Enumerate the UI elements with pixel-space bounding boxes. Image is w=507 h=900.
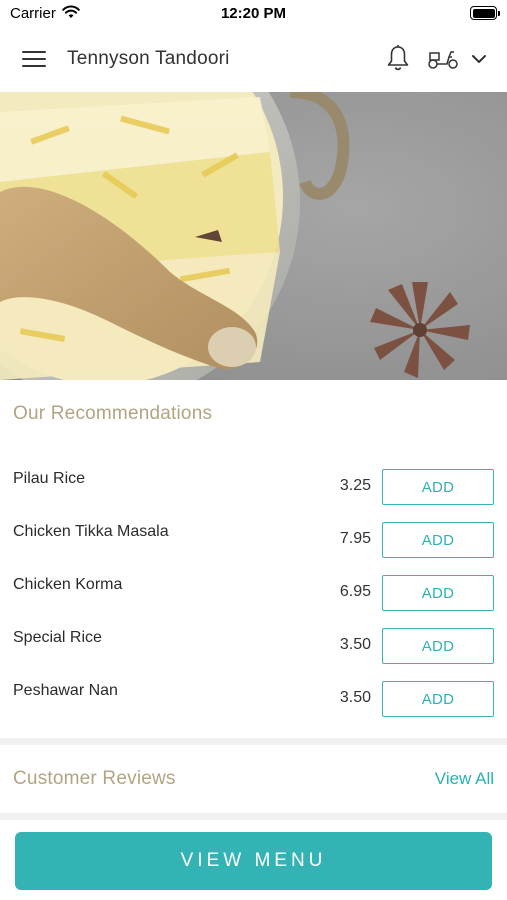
add-button[interactable]: ADD [382,469,494,505]
hero-image [0,92,507,380]
list-item: Special Rice 3.50 ADD [0,619,507,672]
item-name: Chicken Tikka Masala [13,523,169,540]
list-item: Chicken Korma 6.95 ADD [0,566,507,619]
item-price: 7.95 [339,530,371,547]
section-divider [0,813,507,820]
reviews-title: Customer Reviews [13,768,176,789]
item-name: Pilau Rice [13,470,86,487]
list-item: Chicken Tikka Masala 7.95 ADD [0,513,507,566]
nav-bar: Tennyson Tandoori [0,28,507,92]
status-bar: Carrier 12:20 PM [0,0,507,28]
page-title: Tennyson Tandoori [67,48,230,69]
section-divider [0,738,507,745]
item-price: 3.50 [339,636,371,653]
add-button[interactable]: ADD [382,681,494,717]
list-item: Peshawar Nan 3.50 ADD [0,672,507,725]
add-button[interactable]: ADD [382,575,494,611]
recommendations-list: Pilau Rice 3.25 ADD Chicken Tikka Masala… [0,460,507,725]
item-price: 3.25 [339,477,371,494]
recommendations-title: Our Recommendations [13,403,213,424]
list-item: Pilau Rice 3.25 ADD [0,460,507,513]
status-time: 12:20 PM [220,5,287,22]
view-all-reviews-link[interactable]: View All [435,769,494,789]
item-name: Chicken Korma [13,576,123,593]
add-button[interactable]: ADD [382,628,494,664]
item-name: Peshawar Nan [13,682,118,699]
chevron-down-icon[interactable] [470,52,488,66]
add-button[interactable]: ADD [382,522,494,558]
menu-icon[interactable] [22,51,46,69]
item-price: 3.50 [339,689,371,706]
delivery-scooter-icon[interactable] [427,48,459,70]
view-menu-button[interactable]: VIEW MENU [15,832,492,890]
battery-icon [470,6,500,20]
item-name: Special Rice [13,629,102,646]
bell-icon[interactable] [385,44,411,72]
item-price: 6.95 [339,583,371,600]
